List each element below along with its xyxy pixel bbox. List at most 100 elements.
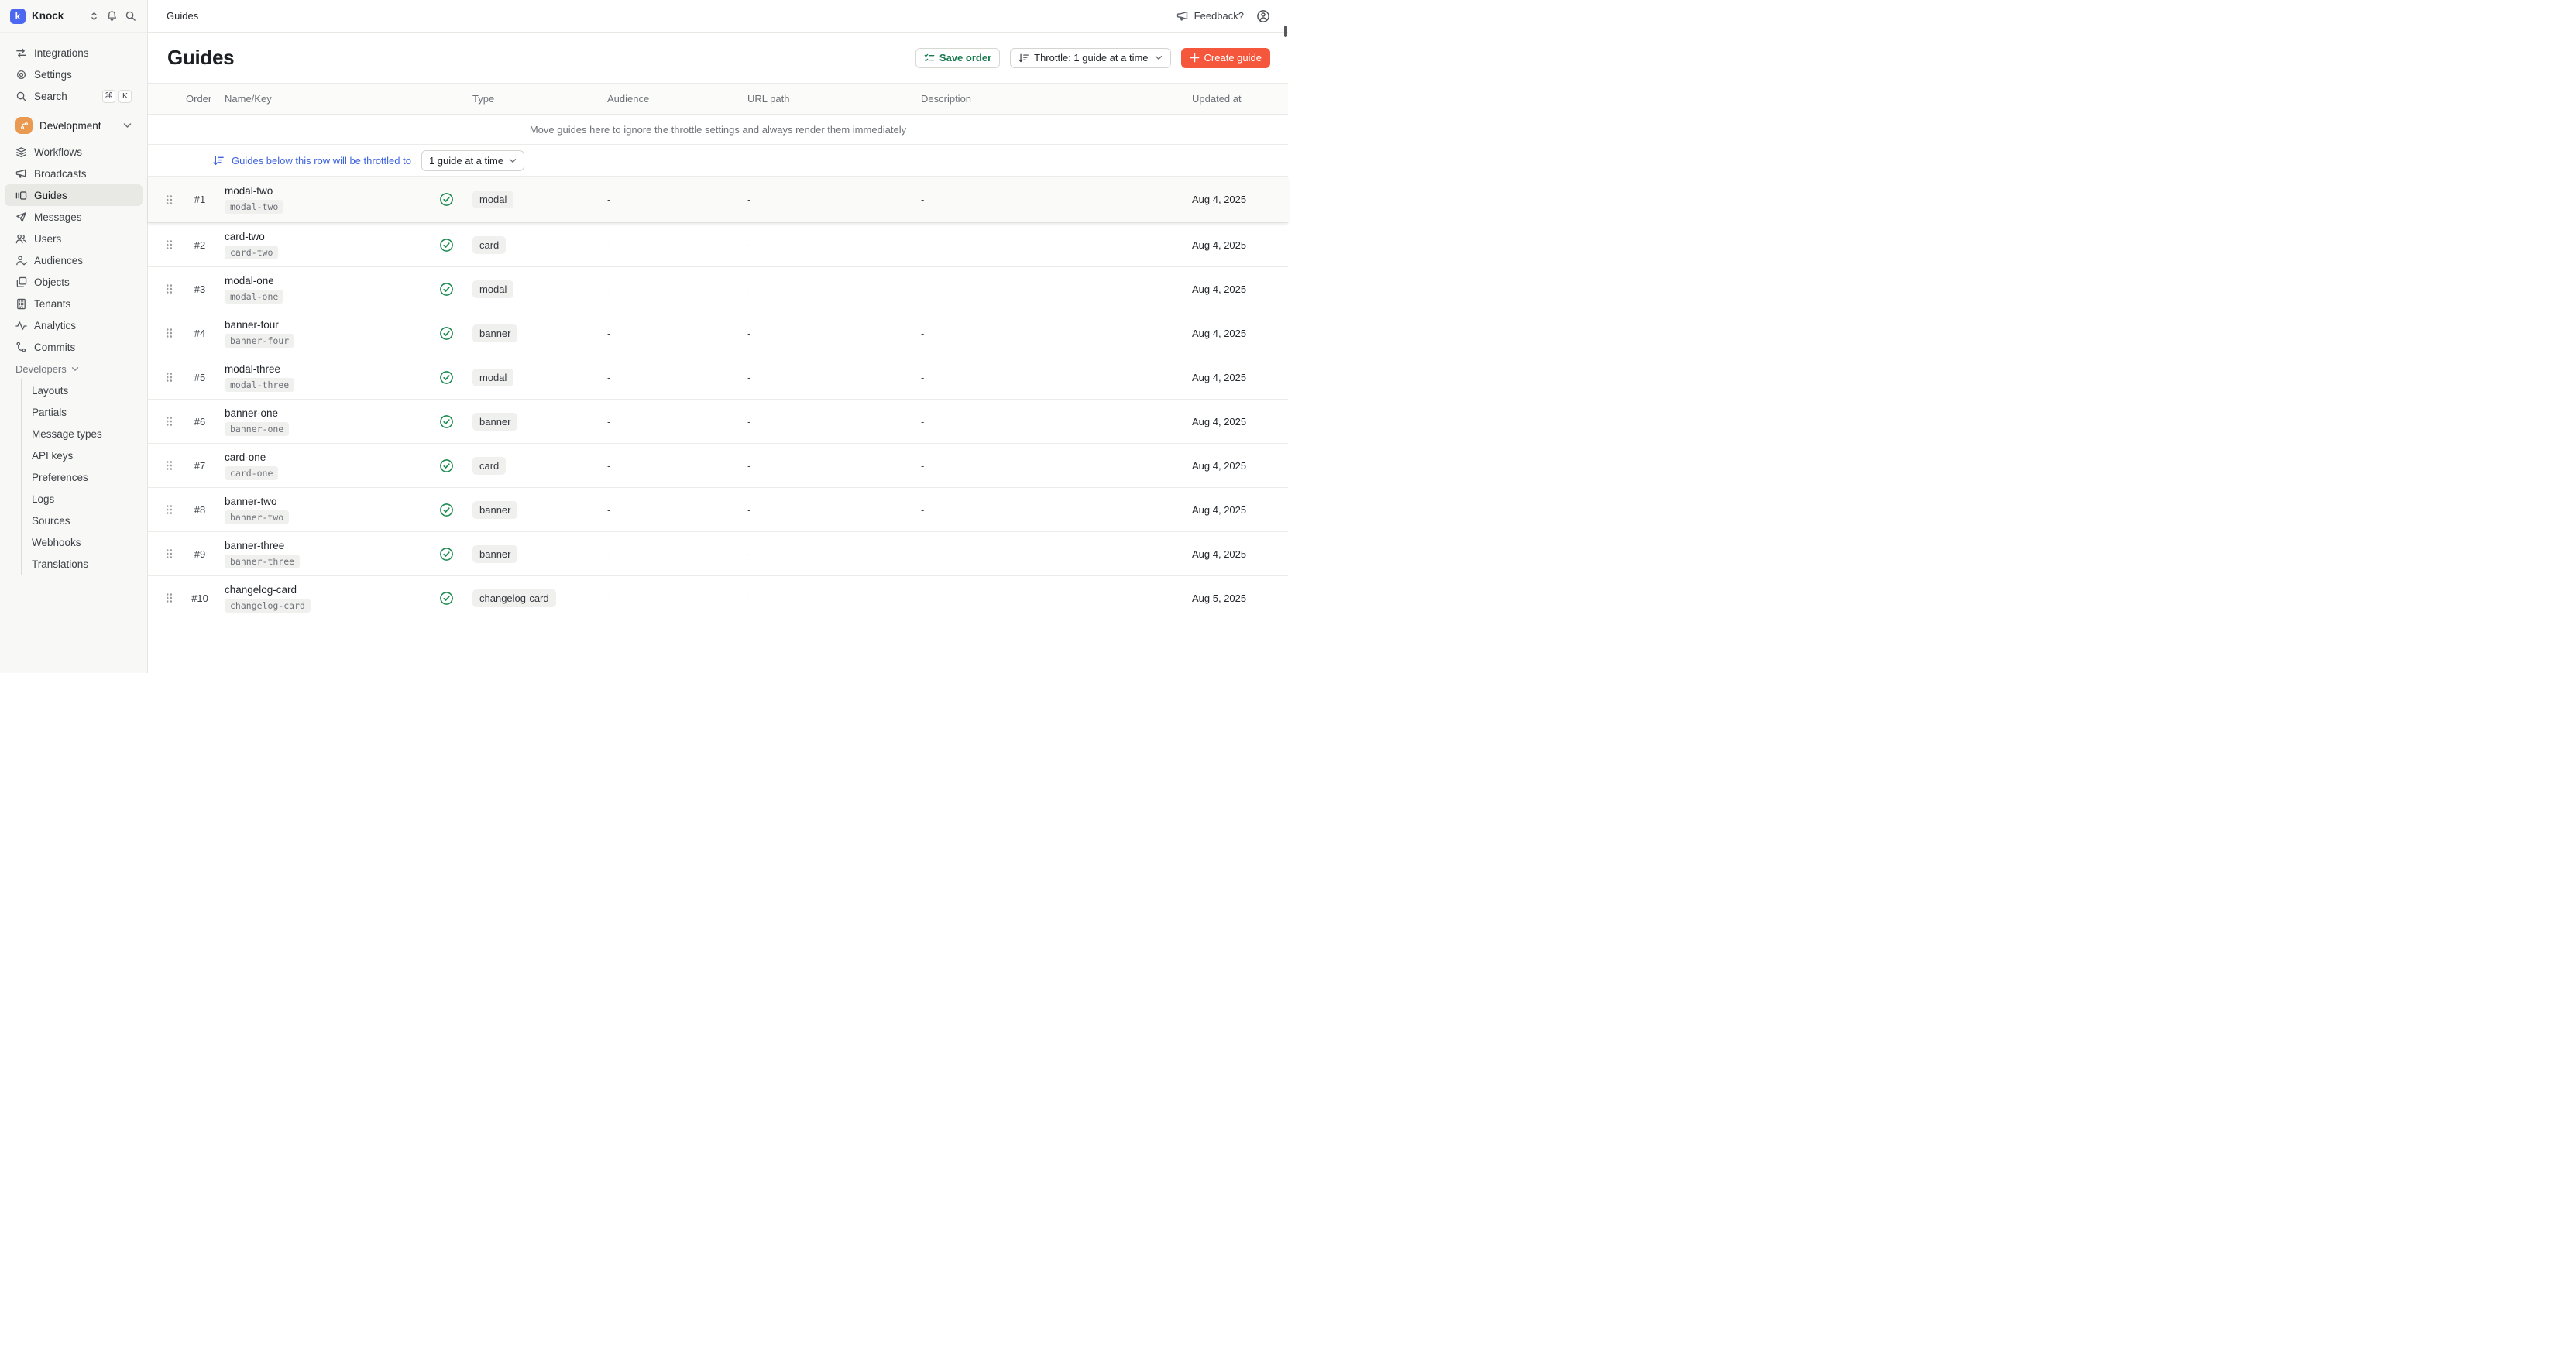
guide-type-cell: modal: [469, 280, 601, 298]
environment-switcher[interactable]: Development: [5, 113, 143, 138]
drag-dots-icon: [164, 503, 174, 516]
drag-handle[interactable]: [148, 371, 182, 383]
guide-row[interactable]: #7 card-one card-one card - - - Aug 4, 2…: [148, 444, 1288, 488]
sidebar-item-partials[interactable]: Partials: [22, 401, 147, 423]
guide-row[interactable]: #9 banner-three banner-three banner - - …: [148, 532, 1288, 576]
create-guide-button[interactable]: Create guide: [1181, 48, 1270, 68]
guide-type-badge: banner: [472, 324, 517, 342]
sidebar-item-preferences[interactable]: Preferences: [22, 466, 147, 488]
guide-key-badge: changelog-card: [225, 599, 311, 613]
guide-audience: -: [601, 239, 741, 251]
drag-dots-icon: [164, 327, 174, 339]
column-header-description: Description: [915, 93, 1186, 105]
guide-url-path: -: [741, 372, 915, 383]
scrollbar-thumb[interactable]: [1284, 26, 1287, 37]
sidebar-item-tenants[interactable]: Tenants: [5, 293, 143, 314]
drag-handle[interactable]: [148, 592, 182, 604]
chevron-down-icon: [509, 158, 517, 163]
guide-name-cell: banner-one banner-one: [218, 407, 423, 436]
drag-handle[interactable]: [148, 459, 182, 472]
workspace-switcher-icon[interactable]: [89, 11, 99, 22]
guide-row[interactable]: #3 modal-one modal-one modal - - - Aug 4…: [148, 267, 1288, 311]
guide-updated-at: Aug 4, 2025: [1186, 548, 1288, 560]
drag-handle[interactable]: [148, 194, 182, 206]
guide-description: -: [915, 283, 1186, 295]
feedback-button[interactable]: Feedback?: [1176, 10, 1244, 22]
guide-row[interactable]: #5 modal-three modal-three modal - - - A…: [148, 355, 1288, 400]
user-avatar-icon[interactable]: [1256, 9, 1270, 23]
developers-section-toggle[interactable]: Developers: [0, 358, 147, 379]
drag-handle[interactable]: [148, 415, 182, 427]
guide-row[interactable]: #2 card-two card-two card - - - Aug 4, 2…: [148, 223, 1288, 267]
guide-order: #1: [182, 194, 218, 205]
guide-audience: -: [601, 504, 741, 516]
sidebar-item-translations[interactable]: Translations: [22, 553, 147, 575]
sidebar-item-users[interactable]: Users: [5, 228, 143, 249]
guide-row[interactable]: #10 changelog-card changelog-card change…: [148, 576, 1288, 620]
ignore-throttle-dropzone[interactable]: Move guides here to ignore the throttle …: [148, 115, 1288, 145]
sidebar-item-webhooks[interactable]: Webhooks: [22, 531, 147, 553]
chevron-down-icon: [1155, 55, 1163, 60]
sidebar-nav: Integrations Settings Search ⌘ K Develop…: [0, 33, 147, 673]
sidebar-item-audiences[interactable]: Audiences: [5, 249, 143, 271]
guide-updated-at: Aug 4, 2025: [1186, 460, 1288, 472]
workflows-icon: [15, 146, 27, 158]
guide-audience: -: [601, 592, 741, 604]
search-icon[interactable]: [125, 10, 136, 22]
drag-handle[interactable]: [148, 239, 182, 251]
drag-handle[interactable]: [148, 548, 182, 560]
sidebar-item-integrations[interactable]: Integrations: [5, 42, 143, 64]
guide-url-path: -: [741, 416, 915, 427]
kbd-k: K: [118, 90, 132, 103]
drag-handle[interactable]: [148, 283, 182, 295]
drag-handle[interactable]: [148, 503, 182, 516]
sidebar-item-messages[interactable]: Messages: [5, 206, 143, 228]
guide-name-cell: modal-three modal-three: [218, 363, 423, 392]
sidebar-item-commits[interactable]: Commits: [5, 336, 143, 358]
guide-key-badge: banner-one: [225, 422, 289, 436]
guide-type-badge: card: [472, 236, 506, 254]
guide-row[interactable]: #6 banner-one banner-one banner - - - Au…: [148, 400, 1288, 444]
guide-name-cell: changelog-card changelog-card: [218, 584, 423, 613]
workspace-name: Knock: [32, 10, 89, 22]
sidebar-item-message-types[interactable]: Message types: [22, 423, 147, 445]
page-title: Guides: [167, 46, 915, 70]
guide-name: banner-four: [225, 319, 279, 331]
notifications-bell-icon[interactable]: [106, 10, 118, 22]
guide-url-path: -: [741, 239, 915, 251]
guide-order: #10: [182, 592, 218, 604]
sidebar-item-layouts[interactable]: Layouts: [22, 379, 147, 401]
environment-icon: [15, 117, 33, 134]
sidebar-item-workflows[interactable]: Workflows: [5, 141, 143, 163]
guide-row[interactable]: #8 banner-two banner-two banner - - - Au…: [148, 488, 1288, 532]
drag-dots-icon: [164, 283, 174, 295]
sidebar-item-guides[interactable]: Guides: [5, 184, 143, 206]
guide-name: modal-one: [225, 275, 274, 287]
column-header-type: Type: [469, 93, 601, 105]
save-order-button[interactable]: Save order: [915, 48, 1000, 68]
sidebar-item-search[interactable]: Search ⌘ K: [5, 85, 143, 107]
sidebar-item-analytics[interactable]: Analytics: [5, 314, 143, 336]
sidebar-item-broadcasts[interactable]: Broadcasts: [5, 163, 143, 184]
commit-icon: [15, 342, 27, 353]
guide-status-cell: [423, 414, 469, 429]
sidebar: k Knock Integrations Settin: [0, 0, 148, 673]
guide-order: #2: [182, 239, 218, 251]
sidebar-item-api-keys[interactable]: API keys: [22, 445, 147, 466]
guide-row[interactable]: #1 modal-two modal-two modal - - - Aug 4…: [148, 177, 1288, 223]
throttle-divider-row: Guides below this row will be throttled …: [148, 145, 1288, 177]
guide-description: -: [915, 548, 1186, 560]
breadcrumb: Guides: [167, 10, 1176, 22]
sidebar-item-sources[interactable]: Sources: [22, 510, 147, 531]
sidebar-item-settings[interactable]: Settings: [5, 64, 143, 85]
sidebar-item-logs[interactable]: Logs: [22, 488, 147, 510]
guide-row[interactable]: #4 banner-four banner-four banner - - - …: [148, 311, 1288, 355]
column-header-url-path: URL path: [741, 93, 915, 105]
logo-letter: k: [15, 11, 21, 22]
guide-updated-at: Aug 4, 2025: [1186, 194, 1288, 205]
sidebar-item-objects[interactable]: Objects: [5, 271, 143, 293]
guide-type-cell: banner: [469, 413, 601, 431]
throttle-dropdown-button[interactable]: Throttle: 1 guide at a time: [1010, 48, 1170, 68]
drag-handle[interactable]: [148, 327, 182, 339]
throttle-amount-dropdown[interactable]: 1 guide at a time: [421, 150, 524, 171]
